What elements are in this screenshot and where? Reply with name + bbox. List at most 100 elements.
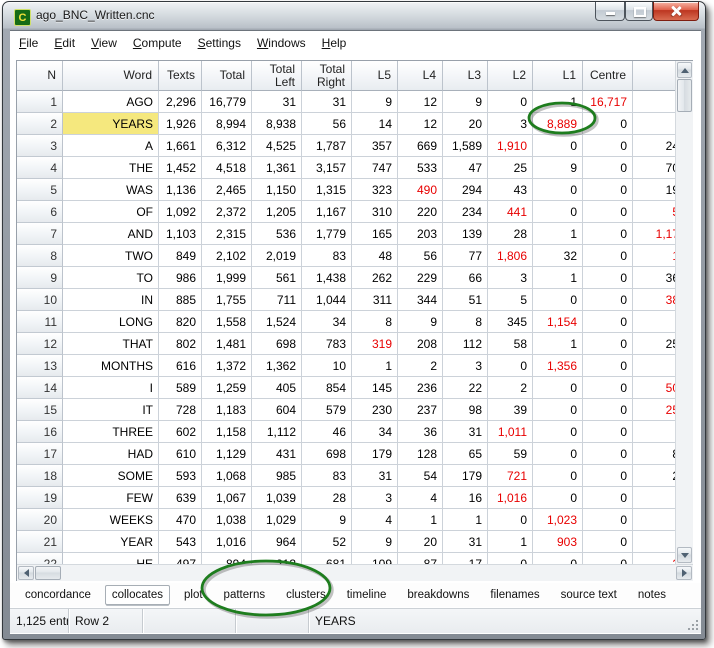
cell-word-years[interactable]: YEARS	[63, 113, 159, 135]
cell-row22-coltotal-right[interactable]: 681	[302, 553, 352, 564]
scroll-right-button[interactable]	[676, 566, 692, 580]
cell-row5-coll1[interactable]: 0	[533, 179, 583, 201]
column-header-n[interactable]: N	[17, 61, 63, 91]
cell-row16-coltexts[interactable]: 602	[159, 421, 202, 443]
close-button[interactable]	[653, 2, 699, 21]
cell-row14-coltexts[interactable]: 589	[159, 377, 202, 399]
cell-row3-coltotal-right[interactable]: 1,787	[302, 135, 352, 157]
cell-row16-clipped[interactable]	[633, 421, 675, 443]
cell-row5-coltexts[interactable]: 1,136	[159, 179, 202, 201]
cell-row13-clipped[interactable]	[633, 355, 675, 377]
cell-row13-coll4[interactable]: 2	[398, 355, 443, 377]
cell-row4-coll2[interactable]: 25	[488, 157, 533, 179]
cell-row10-coltexts[interactable]: 885	[159, 289, 202, 311]
tab-timeline[interactable]: timeline	[340, 585, 394, 605]
cell-row12-coll1[interactable]: 1	[533, 333, 583, 355]
cell-row6-coltotal[interactable]: 2,372	[202, 201, 252, 223]
cell-row1-coll1[interactable]: 1	[533, 91, 583, 113]
cell-row14-coll5[interactable]: 145	[352, 377, 398, 399]
cell-row18-coll2[interactable]: 721	[488, 465, 533, 487]
cell-row2-coltotal-right[interactable]: 56	[302, 113, 352, 135]
cell-row12-coltotal-left[interactable]: 698	[252, 333, 302, 355]
cell-word-in[interactable]: IN	[63, 289, 159, 311]
cell-row1-coltotal[interactable]: 16,779	[202, 91, 252, 113]
cell-row11-coll2[interactable]: 345	[488, 311, 533, 333]
cell-word-had[interactable]: HAD	[63, 443, 159, 465]
cell-row8-coltotal[interactable]: 2,102	[202, 245, 252, 267]
cell-row21-coltotal[interactable]: 1,016	[202, 531, 252, 553]
cell-word-ago[interactable]: AGO	[63, 91, 159, 113]
cell-row11-coll4[interactable]: 9	[398, 311, 443, 333]
cell-row16-coltotal[interactable]: 1,158	[202, 421, 252, 443]
cell-row8-coltotal-right[interactable]: 83	[302, 245, 352, 267]
cell-row9-coll4[interactable]: 229	[398, 267, 443, 289]
cell-word-of[interactable]: OF	[63, 201, 159, 223]
cell-row21-coltotal-right[interactable]: 52	[302, 531, 352, 553]
row-header-1[interactable]: 1	[17, 91, 63, 113]
column-header-clipped[interactable]	[633, 61, 675, 91]
column-header-l4[interactable]: L4	[398, 61, 443, 91]
cell-row18-colcentre[interactable]: 0	[583, 465, 633, 487]
cell-row2-coll4[interactable]: 12	[398, 113, 443, 135]
cell-row18-coll1[interactable]: 0	[533, 465, 583, 487]
cell-row11-coltotal-right[interactable]: 34	[302, 311, 352, 333]
cell-row22-coll5[interactable]: 109	[352, 553, 398, 564]
column-header-word[interactable]: Word	[63, 61, 159, 91]
cell-row5-coltotal-left[interactable]: 1,150	[252, 179, 302, 201]
cell-row2-coltotal[interactable]: 8,994	[202, 113, 252, 135]
cell-row6-coll4[interactable]: 220	[398, 201, 443, 223]
cell-row7-coll3[interactable]: 139	[443, 223, 488, 245]
cell-row16-coltotal-left[interactable]: 1,112	[252, 421, 302, 443]
cell-row18-coltotal-left[interactable]: 985	[252, 465, 302, 487]
cell-row12-coll3[interactable]: 112	[443, 333, 488, 355]
cell-row7-colcentre[interactable]: 0	[583, 223, 633, 245]
cell-word-weeks[interactable]: WEEKS	[63, 509, 159, 531]
cell-row20-coltotal-left[interactable]: 1,029	[252, 509, 302, 531]
scroll-down-button[interactable]	[677, 547, 692, 563]
cell-row7-coltotal[interactable]: 2,315	[202, 223, 252, 245]
cell-row18-coltexts[interactable]: 593	[159, 465, 202, 487]
cell-row10-coll5[interactable]: 311	[352, 289, 398, 311]
resize-grip[interactable]	[686, 618, 699, 631]
cell-row17-colcentre[interactable]: 0	[583, 443, 633, 465]
cell-row2-coll1[interactable]: 8,889	[533, 113, 583, 135]
cell-row14-clipped[interactable]: 50	[633, 377, 675, 399]
cell-row8-coll3[interactable]: 77	[443, 245, 488, 267]
cell-row11-coltotal[interactable]: 1,558	[202, 311, 252, 333]
cell-row20-colcentre[interactable]: 0	[583, 509, 633, 531]
cell-word-two[interactable]: TWO	[63, 245, 159, 267]
cell-row5-coll3[interactable]: 294	[443, 179, 488, 201]
cell-row20-coll4[interactable]: 1	[398, 509, 443, 531]
menu-item-file[interactable]: File	[11, 32, 46, 54]
cell-row15-coll1[interactable]: 0	[533, 399, 583, 421]
vertical-scrollbar[interactable]	[675, 61, 693, 564]
column-header-total[interactable]: Total	[202, 61, 252, 91]
cell-row21-coll4[interactable]: 20	[398, 531, 443, 553]
cell-row1-clipped[interactable]	[633, 91, 675, 113]
cell-row11-colcentre[interactable]: 0	[583, 311, 633, 333]
cell-row15-coll3[interactable]: 98	[443, 399, 488, 421]
cell-row19-coll3[interactable]: 16	[443, 487, 488, 509]
cell-word-year[interactable]: YEAR	[63, 531, 159, 553]
maximize-button[interactable]	[625, 2, 653, 21]
cell-row19-coll2[interactable]: 1,016	[488, 487, 533, 509]
cell-word-it[interactable]: IT	[63, 399, 159, 421]
cell-word-he[interactable]: HE	[63, 553, 159, 564]
menu-item-help[interactable]: Help	[314, 32, 355, 54]
cell-row19-coltotal-right[interactable]: 28	[302, 487, 352, 509]
cell-row6-coll1[interactable]: 0	[533, 201, 583, 223]
cell-row10-coltotal-left[interactable]: 711	[252, 289, 302, 311]
menu-item-settings[interactable]: Settings	[190, 32, 249, 54]
cell-row15-coll5[interactable]: 230	[352, 399, 398, 421]
cell-row1-coltotal-right[interactable]: 31	[302, 91, 352, 113]
cell-row1-coltexts[interactable]: 2,296	[159, 91, 202, 113]
cell-row3-coltotal-left[interactable]: 4,525	[252, 135, 302, 157]
cell-row10-coll1[interactable]: 0	[533, 289, 583, 311]
row-header-2[interactable]: 2	[17, 113, 63, 135]
cell-row10-coltotal-right[interactable]: 1,044	[302, 289, 352, 311]
cell-row19-coltotal[interactable]: 1,067	[202, 487, 252, 509]
cell-row6-coltotal-right[interactable]: 1,167	[302, 201, 352, 223]
cell-row16-coll2[interactable]: 1,011	[488, 421, 533, 443]
cell-row16-colcentre[interactable]: 0	[583, 421, 633, 443]
row-header-7[interactable]: 7	[17, 223, 63, 245]
